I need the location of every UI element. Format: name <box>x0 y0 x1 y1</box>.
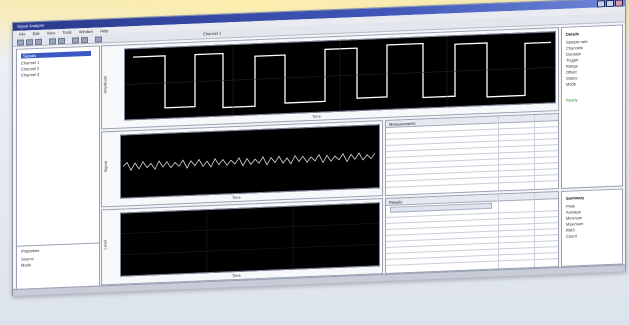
menu-help[interactable]: Help <box>100 28 108 33</box>
details-line: Status <box>566 75 578 81</box>
details-line: Duration <box>566 51 582 57</box>
details-panel: Details Sample rate Channels Duration Tr… <box>561 24 623 189</box>
stop-icon[interactable] <box>81 36 88 44</box>
top-plot[interactable] <box>124 31 556 121</box>
details-line: Range <box>566 63 578 69</box>
save-icon[interactable] <box>26 39 33 46</box>
details-line: Offset <box>566 69 577 75</box>
top-plot-trace <box>125 36 555 116</box>
middle-plot-xlabel: Time <box>232 194 241 201</box>
settings-icon[interactable] <box>95 36 102 43</box>
summary-line: Maximum <box>566 221 584 227</box>
toolbar-status: Channel 1 <box>203 30 222 37</box>
status-text: Ready <box>566 97 578 103</box>
middle-plot-trace <box>122 152 376 172</box>
left-panel: Signals Channel 1 Channel 2 Channel 3 Pr… <box>16 45 100 291</box>
details-line: Mode <box>566 81 577 87</box>
menu-tools[interactable]: Tools <box>62 30 71 35</box>
zoom-out-icon[interactable] <box>58 37 65 45</box>
print-icon[interactable] <box>35 38 42 46</box>
bottom-plot-frame: Level Time <box>101 198 383 286</box>
middle-plot-frame: Signal Time <box>101 120 383 208</box>
signals-header-label: Signals <box>23 53 37 59</box>
summary-line: Minimum <box>566 215 583 221</box>
table-row <box>386 180 558 188</box>
bottom-plot-ylabel: Level <box>102 239 108 250</box>
summary-line: Peak <box>566 203 576 209</box>
results-table-title: Results <box>389 199 403 205</box>
bottom-plot[interactable] <box>120 202 380 277</box>
summary-line: Count <box>566 233 577 239</box>
top-plot-frame: Amplitude Time <box>101 27 559 130</box>
menu-file[interactable]: File <box>19 31 25 36</box>
middle-plot[interactable] <box>120 124 380 199</box>
bottom-plot-grid <box>121 206 379 273</box>
zoom-in-icon[interactable] <box>49 38 56 45</box>
middle-plot-ylabel: Signal <box>103 161 109 173</box>
play-icon[interactable] <box>72 37 79 44</box>
details-line: Channels <box>566 45 583 51</box>
summary-title: Summary <box>566 195 585 201</box>
summary-line: RMS <box>566 227 575 233</box>
results-table[interactable]: Results <box>385 191 559 275</box>
details-line: Sample rate <box>566 38 588 45</box>
application-window: Signal Analyzer File Edit View Tools Win… <box>12 0 626 297</box>
window-title: Signal Analyzer <box>17 22 45 29</box>
menu-view[interactable]: View <box>47 30 56 35</box>
measurements-table[interactable]: Measurements <box>385 113 559 197</box>
summary-panel: Summary Peak Average Minimum Maximum RMS… <box>561 188 623 267</box>
measurements-table-title: Measurements <box>389 120 416 127</box>
menu-window[interactable]: Window <box>79 29 93 35</box>
table-row <box>386 258 558 266</box>
summary-line: Average <box>566 209 581 215</box>
open-icon[interactable] <box>17 39 24 46</box>
top-plot-ylabel: Amplitude <box>102 75 108 94</box>
details-title: Details <box>566 31 580 37</box>
bottom-plot-xlabel: Time <box>232 272 241 279</box>
top-plot-xlabel: Time <box>312 113 321 119</box>
details-line: Trigger <box>566 57 579 63</box>
panel-divider <box>17 242 99 247</box>
menu-edit[interactable]: Edit <box>33 31 40 36</box>
properties-title: Properties <box>21 247 40 254</box>
